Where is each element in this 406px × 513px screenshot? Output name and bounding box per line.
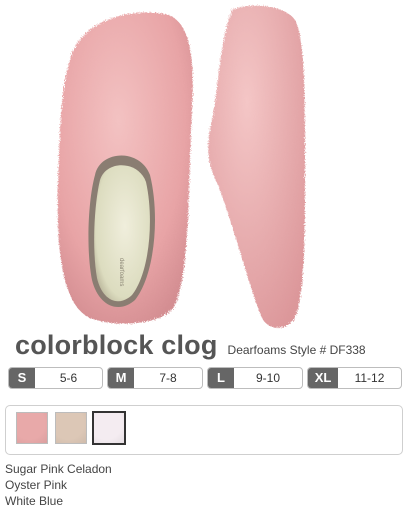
color-swatch-panel [5, 405, 403, 455]
size-code: XL [308, 368, 338, 388]
style-number: Dearfoams Style # DF338 [227, 343, 366, 357]
size-code: S [9, 368, 35, 388]
size-code: L [208, 368, 234, 388]
svg-text:dearfoams: dearfoams [118, 258, 124, 286]
size-range: 5-6 [59, 371, 78, 385]
size-range: 9-10 [255, 371, 281, 385]
size-option-l[interactable]: L 9-10 [207, 367, 303, 389]
swatch-sugar-pink[interactable] [16, 412, 48, 444]
size-code: M [108, 368, 134, 388]
size-range: 7-8 [159, 371, 177, 385]
product-image: dearfoams [57, 5, 306, 328]
title-row: colorblock clog Dearfoams Style # DF338 [15, 330, 366, 360]
color-name: White Blue [5, 494, 64, 508]
color-name: Sugar Pink Celadon [5, 462, 112, 476]
slipper-side-view [208, 5, 306, 328]
size-selector: S 5-6 M 7-8 L 9-10 XL 11-12 [8, 367, 402, 389]
size-range: 11-12 [354, 371, 385, 385]
swatch-white-blue[interactable] [92, 411, 126, 445]
color-name: Oyster Pink [5, 478, 68, 492]
size-option-xl[interactable]: XL 11-12 [307, 367, 402, 389]
size-option-s[interactable]: S 5-6 [8, 367, 103, 389]
color-name-list: Sugar Pink Celadon Oyster Pink White Blu… [5, 461, 112, 509]
size-option-m[interactable]: M 7-8 [107, 367, 203, 389]
product-title: colorblock clog [15, 330, 218, 360]
swatch-oyster-pink[interactable] [55, 412, 87, 444]
